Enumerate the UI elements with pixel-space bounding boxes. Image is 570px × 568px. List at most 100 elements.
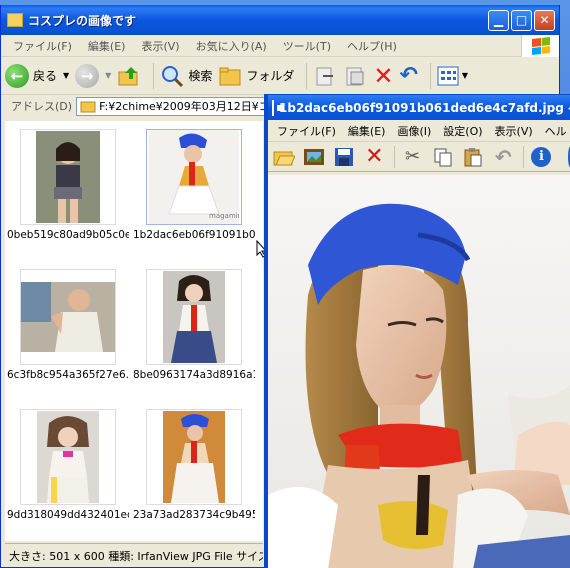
thumbnail-item[interactable]: 8be0963174a3d8916a1... (133, 269, 255, 381)
chevron-down-icon[interactable]: ▼ (462, 71, 468, 80)
open-folder-icon[interactable] (272, 145, 295, 169)
viewer-menu-image[interactable]: 画像(I) (392, 123, 438, 139)
viewer-menu-file[interactable]: ファイル(F) (272, 123, 343, 139)
chevron-down-icon[interactable]: ▼ (105, 71, 111, 80)
thumbnail-filename: 6c3fb8c954a365f27e6... (7, 369, 129, 381)
explorer-titlebar[interactable]: コスプレの画像です ▁ □ ✕ (1, 5, 559, 35)
chevron-down-icon[interactable]: ▼ (63, 71, 69, 80)
move-to-icon (316, 67, 334, 85)
viewer-menu-view[interactable]: 表示(V) (490, 123, 540, 139)
viewer-title: 1b2dac6eb06f91091b061ded6e4c7afd.jpg - (279, 100, 570, 115)
thumbnail-item[interactable]: 6c3fb8c954a365f27e6... (7, 269, 129, 381)
slideshow-icon[interactable] (302, 145, 325, 169)
thumbnail-frame (20, 409, 116, 505)
delete-button[interactable]: ✕ (373, 62, 393, 90)
thumbnail-filename: 1b2dac6eb06f91091b0... (133, 229, 255, 241)
search-button[interactable]: 検索 (160, 64, 212, 88)
thumbnail-item[interactable]: 0beb519c80ad9b05c0e... (7, 129, 129, 241)
back-button[interactable]: ← 戻る ▼ (5, 63, 69, 88)
viewer-toolbar: ✕ ✂ ↶ i (268, 142, 570, 172)
toolbar-separator (153, 62, 155, 89)
thumbnail-filename: 23a73ad283734c9b495... (133, 509, 255, 521)
thumbnail-frame (20, 269, 116, 365)
explorer-menubar: ファイル(F) 編集(E) 表示(V) お気に入り(A) ツール(T) ヘルプ(… (1, 34, 559, 57)
delete-icon[interactable]: ✕ (363, 144, 386, 169)
zoom-icon[interactable] (560, 145, 570, 169)
irfanview-logo-icon (272, 99, 283, 116)
toolbar-separator (522, 145, 524, 168)
minimize-button[interactable]: ▁ (488, 9, 509, 31)
views-icon (437, 66, 459, 85)
info-icon[interactable]: i (530, 145, 553, 169)
thumbnail-image (163, 271, 225, 363)
viewer-menu-help[interactable]: ヘル (540, 123, 570, 139)
folders-icon (219, 67, 241, 85)
status-text: 大きさ: 501 x 600 種類: IrfanView JPG File サイ… (9, 549, 263, 563)
cut-icon[interactable]: ✂ (401, 145, 424, 169)
explorer-toolbar: ← 戻る ▼ → ▼ 検索 フォルダ ✕ ↶ ▼ (1, 57, 559, 95)
maximize-button[interactable]: □ (511, 9, 532, 31)
copy-icon[interactable] (431, 145, 454, 169)
thumbnail-item[interactable]: 9dd318049dd432401ed... (7, 409, 129, 521)
move-to-button[interactable] (313, 64, 337, 88)
address-value: F:¥2chime¥2009年03月12日¥コス (99, 100, 281, 113)
toolbar-separator (429, 62, 431, 89)
thumbnail-frame: magamirx2 (146, 129, 242, 225)
windows-logo-icon (521, 34, 559, 57)
thumbnail-image (36, 131, 100, 223)
up-folder-button[interactable] (117, 64, 141, 88)
folders-button[interactable]: フォルダ (218, 64, 294, 88)
forward-button[interactable]: → ▼ (75, 63, 111, 88)
viewer-menu-options[interactable]: 設定(O) (438, 123, 489, 139)
thumbnail-frame (146, 269, 242, 365)
undo-icon: ↶ (399, 63, 418, 88)
menu-tools[interactable]: ツール(T) (275, 38, 339, 54)
toolbar-separator (306, 62, 308, 89)
thumbnail-image: magamirx2 (149, 130, 239, 224)
menu-edit[interactable]: 編集(E) (80, 38, 134, 54)
thumbnail-image (37, 411, 99, 503)
toolbar-separator (393, 145, 395, 168)
thumbnail-filename: 0beb519c80ad9b05c0e... (7, 229, 129, 241)
thumbnail-frame (20, 129, 116, 225)
folder-icon (7, 13, 23, 27)
copy-to-button[interactable] (343, 64, 367, 88)
thumbnail-filename: 9dd318049dd432401ed... (7, 509, 129, 521)
address-label: アドレス(D) (11, 100, 73, 113)
menu-favorites[interactable]: お気に入り(A) (188, 38, 275, 54)
menu-file[interactable]: ファイル(F) (5, 38, 80, 54)
thumbnail-frame (146, 409, 242, 505)
menu-help[interactable]: ヘルプ(H) (339, 38, 405, 54)
paste-icon[interactable] (461, 145, 484, 169)
delete-icon: ✕ (373, 61, 394, 90)
search-icon (162, 65, 184, 87)
thumbnail-view[interactable]: 0beb519c80ad9b05c0e... magamirx2 1b2dac6… (5, 121, 263, 541)
search-label: 検索 (188, 69, 213, 83)
irfanview-window: 1b2dac6eb06f91091b061ded6e4c7afd.jpg - フ… (264, 94, 570, 568)
window-title: コスプレの画像です (28, 13, 137, 28)
viewer-image (268, 175, 570, 568)
thumbnail-image (163, 411, 225, 503)
undo-icon[interactable]: ↶ (492, 145, 515, 169)
folder-icon (80, 101, 96, 113)
viewer-titlebar[interactable]: 1b2dac6eb06f91091b061ded6e4c7afd.jpg - (268, 95, 570, 120)
thumbnail-item[interactable]: 23a73ad283734c9b495... (133, 409, 255, 521)
viewer-menu-edit[interactable]: 編集(E) (343, 123, 393, 139)
menu-view[interactable]: 表示(V) (133, 38, 187, 54)
copy-to-icon (346, 67, 364, 85)
thumbnail-image (21, 282, 115, 352)
back-label: 戻る (33, 69, 58, 83)
close-button[interactable]: ✕ (534, 9, 555, 31)
views-button[interactable]: ▼ (437, 66, 468, 86)
undo-button[interactable]: ↶ (399, 63, 417, 88)
back-arrow-icon: ← (5, 63, 29, 88)
thumbnail-item-selected[interactable]: magamirx2 1b2dac6eb06f91091b0... (133, 129, 255, 241)
save-icon[interactable] (332, 145, 355, 169)
viewer-menubar: ファイル(F) 編集(E) 画像(I) 設定(O) 表示(V) ヘル (268, 120, 570, 142)
status-bar: 大きさ: 501 x 600 種類: IrfanView JPG File サイ… (5, 543, 263, 567)
thumbnail-filename: 8be0963174a3d8916a1... (133, 369, 255, 381)
up-folder-icon (118, 66, 138, 85)
folders-label: フォルダ (246, 69, 295, 83)
forward-arrow-icon: → (75, 63, 100, 88)
svg-text:magamirx2: magamirx2 (209, 212, 239, 220)
